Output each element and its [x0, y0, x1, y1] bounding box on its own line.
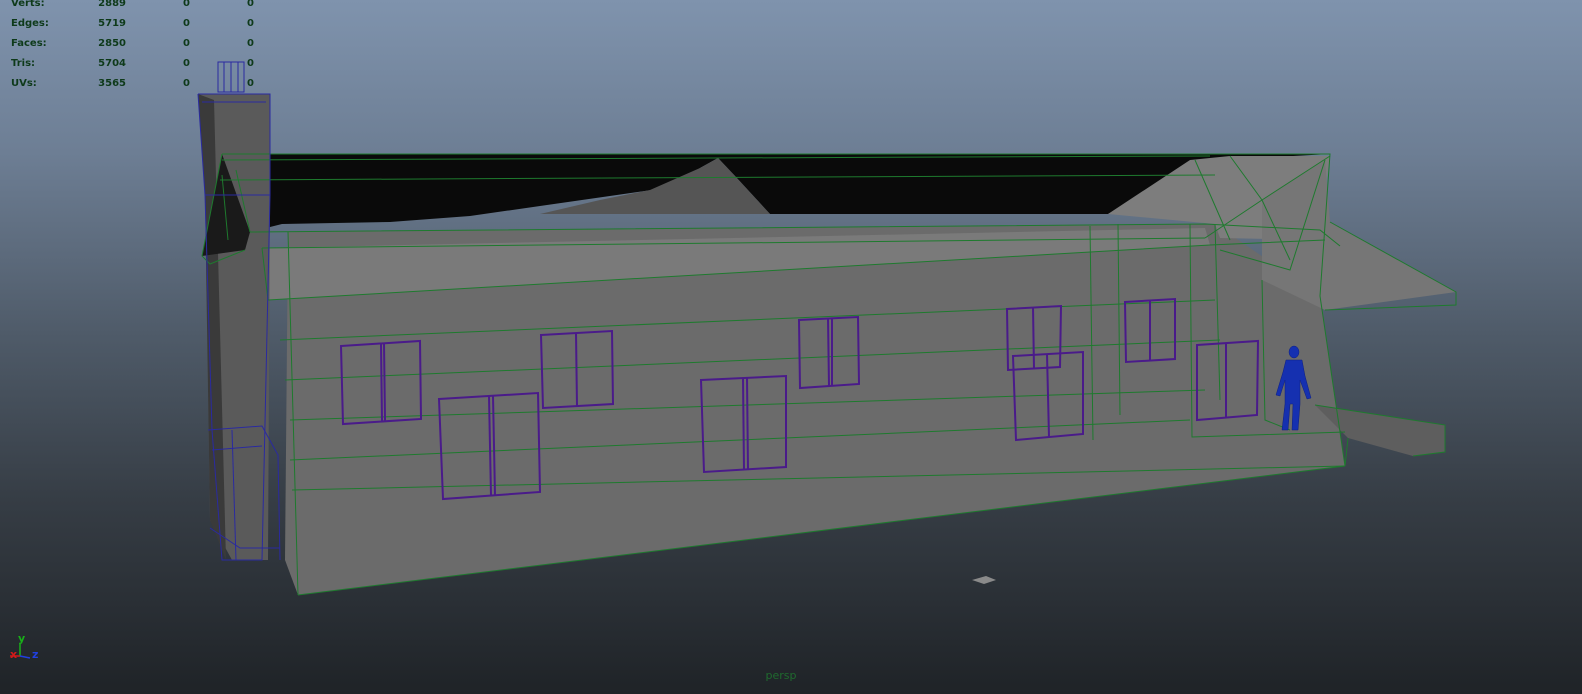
- maya-viewport-panel[interactable]: Verts: 2889 0 0 Edges: 5719 0 0 Faces: 2…: [0, 0, 1582, 694]
- hud-value: 0: [183, 78, 190, 89]
- axis-z-label: z: [32, 648, 39, 661]
- hud-label: Faces:: [11, 38, 47, 49]
- hud-label: Tris:: [11, 58, 36, 69]
- hud-label: Verts:: [11, 0, 45, 9]
- hud-value: 0: [247, 18, 254, 29]
- hud-value: 2850: [98, 38, 126, 49]
- hud-row-verts: Verts: 2889 0 0: [0, 0, 270, 11]
- axis-x-label: x: [10, 648, 18, 661]
- axis-y-label: y: [18, 632, 26, 645]
- hud-value: 0: [183, 0, 190, 9]
- hud-value: 0: [247, 78, 254, 89]
- hud-value: 5704: [98, 58, 126, 69]
- hud-row-uvs: UVs: 3565 0 0: [0, 77, 270, 91]
- hud-value: 3565: [98, 78, 126, 89]
- hud-value: 0: [247, 38, 254, 49]
- camera-name-label: persp: [765, 669, 797, 682]
- hud-value: 0: [183, 18, 190, 29]
- porch-roof: [1262, 160, 1456, 310]
- ground-marker: [972, 576, 996, 584]
- view-axis-gizmo: y x z: [6, 632, 46, 666]
- hud-label: UVs:: [11, 78, 37, 89]
- hud-value: 0: [247, 0, 254, 9]
- hud-row-faces: Faces: 2850 0 0: [0, 37, 270, 51]
- hud-value: 0: [183, 58, 190, 69]
- hud-value: 0: [247, 58, 254, 69]
- hud-label: Edges:: [11, 18, 49, 29]
- hud-row-tris: Tris: 5704 0 0: [0, 57, 270, 71]
- hud-value: 5719: [98, 18, 126, 29]
- hud-row-edges: Edges: 5719 0 0: [0, 17, 270, 31]
- hud-value: 0: [183, 38, 190, 49]
- scene-3d-view[interactable]: [0, 0, 1582, 694]
- hud-value: 2889: [98, 0, 126, 9]
